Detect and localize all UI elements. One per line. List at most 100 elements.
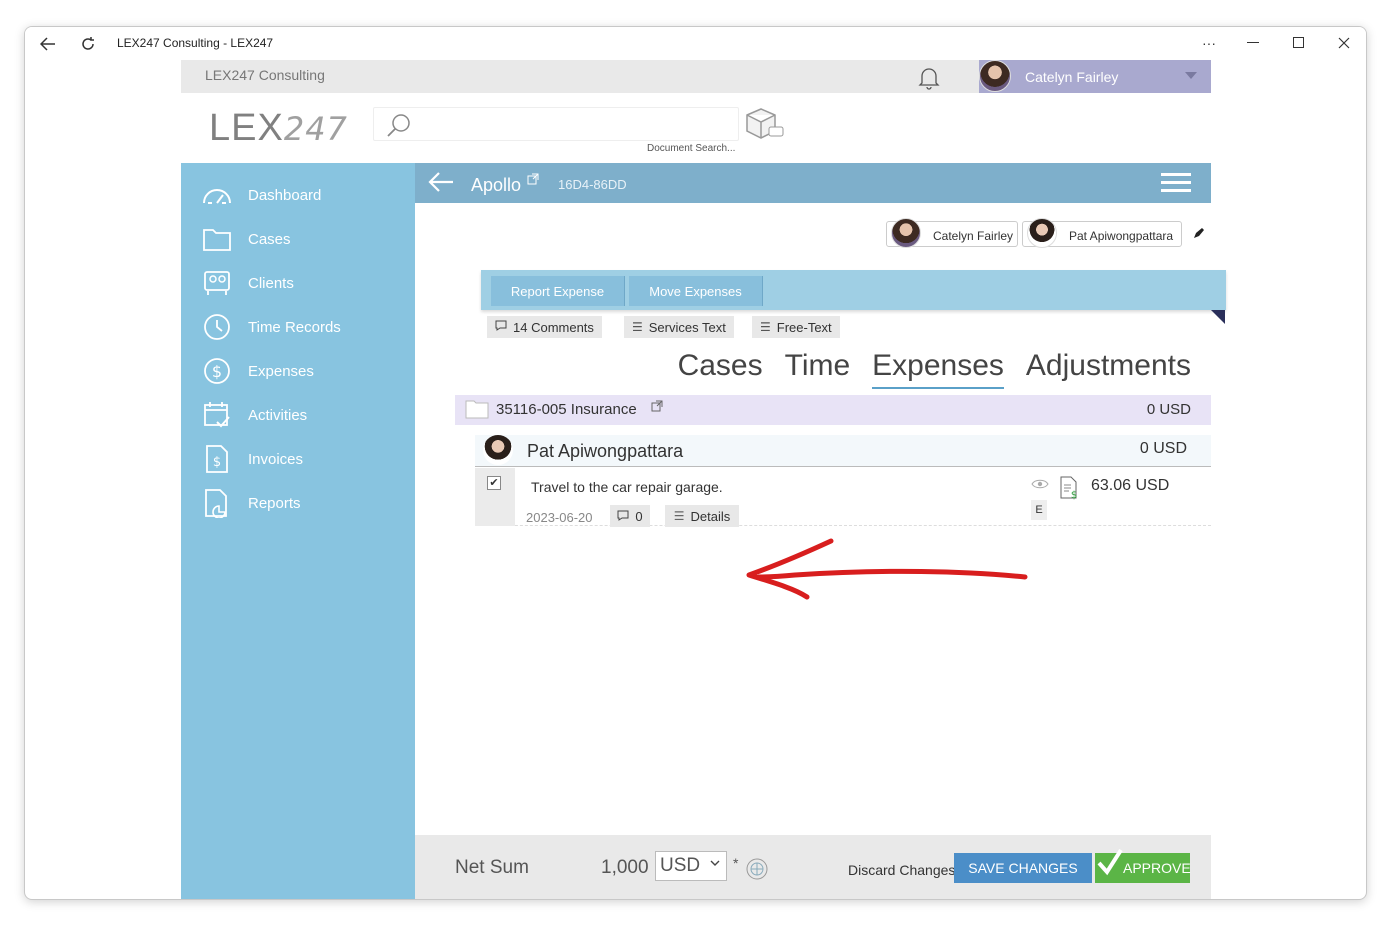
move-expenses-button[interactable]: Move Expenses xyxy=(629,276,763,306)
tab-adjustments[interactable]: Adjustments xyxy=(1026,349,1191,389)
person-group-row[interactable]: Pat Apiwongpattara 0 USD xyxy=(475,435,1211,467)
case-header-bar: Apollo 16D4-86DD xyxy=(415,163,1211,203)
net-sum-value: 1,000 xyxy=(601,857,649,878)
sidebar-item-clients[interactable]: Clients xyxy=(181,261,415,305)
expense-type-badge: E xyxy=(1031,500,1047,520)
chevron-down-icon xyxy=(710,858,720,870)
globe-icon[interactable] xyxy=(745,857,769,886)
maximize-button[interactable] xyxy=(1287,32,1311,54)
approve-button[interactable]: APPROVE xyxy=(1095,848,1191,883)
case-group-row[interactable]: 35116-005 Insurance 0 USD xyxy=(455,395,1211,425)
tab-time[interactable]: Time xyxy=(785,349,851,389)
view-tabs: Cases Time Expenses Adjustments xyxy=(678,349,1191,389)
sidebar-item-label: Invoices xyxy=(248,450,304,468)
sidebar-item-reports[interactable]: Reports xyxy=(181,481,415,525)
title-bar: LEX247 Consulting - LEX247 ··· xyxy=(25,27,1366,60)
top-bar: LEX247 Consulting Catelyn Fairley xyxy=(181,60,1211,93)
details-button[interactable]: ☰ Details xyxy=(665,505,739,527)
svg-text:$: $ xyxy=(212,362,222,381)
refresh-icon[interactable] xyxy=(77,33,99,55)
sidebar-item-expenses[interactable]: $ Expenses xyxy=(181,349,415,393)
expense-date: 2023-06-20 xyxy=(526,510,593,525)
assignee-chip-pat[interactable]: Pat Apiwongpattara xyxy=(1022,218,1182,248)
report-expense-button[interactable]: Report Expense xyxy=(491,276,625,306)
external-link-icon[interactable] xyxy=(651,400,663,415)
expense-checkbox-column: ✔ xyxy=(475,468,515,526)
services-text-button[interactable]: ☰ Services Text xyxy=(624,316,734,338)
clients-icon xyxy=(201,267,233,299)
currency-select[interactable]: USD xyxy=(655,851,727,881)
sidebar-item-cases[interactable]: Cases xyxy=(181,217,415,261)
person-avatar xyxy=(483,435,513,465)
assignee-name: Pat Apiwongpattara xyxy=(1069,229,1174,243)
free-text-button[interactable]: ☰ Free-Text xyxy=(752,316,840,338)
sidebar-item-label: Time Records xyxy=(248,318,341,336)
document-search-input[interactable] xyxy=(373,107,739,141)
expense-checkbox[interactable]: ✔ xyxy=(487,476,501,490)
sidebar-item-label: Clients xyxy=(248,274,294,292)
checkmark-icon xyxy=(1097,847,1123,885)
close-button[interactable] xyxy=(1332,32,1356,54)
free-text-label: Free-Text xyxy=(776,319,832,335)
dollar-icon: $ xyxy=(201,355,233,387)
services-text-label: Services Text xyxy=(648,319,726,335)
sidebar: Dashboard Cases Clients Time Records $ E… xyxy=(181,163,415,899)
case-name: Apollo xyxy=(471,175,522,195)
currency-value: USD xyxy=(660,855,701,876)
lex247-logo: LEX247 xyxy=(209,107,348,150)
external-link-icon[interactable] xyxy=(527,173,539,188)
person-name: Pat Apiwongpattara xyxy=(527,441,684,461)
report-icon xyxy=(201,487,233,519)
user-menu[interactable]: Catelyn Fairley xyxy=(979,60,1211,93)
comments-button[interactable]: 14 Comments xyxy=(487,316,602,338)
expense-comments-button[interactable]: 0 xyxy=(610,505,650,527)
back-arrow-icon[interactable] xyxy=(427,170,455,201)
assignee-name: Catelyn Fairley xyxy=(933,229,1014,243)
tab-expenses[interactable]: Expenses xyxy=(872,349,1004,389)
sidebar-item-time-records[interactable]: Time Records xyxy=(181,305,415,349)
bell-icon[interactable] xyxy=(918,66,940,90)
sidebar-item-dashboard[interactable]: Dashboard xyxy=(181,173,415,217)
chevron-down-icon xyxy=(1185,72,1197,79)
expense-row[interactable]: ✔ Travel to the car repair garage. 2023-… xyxy=(475,468,1211,527)
lines-icon: ☰ xyxy=(760,320,771,334)
edit-pencil-icon[interactable] xyxy=(1193,227,1205,242)
sidebar-item-invoices[interactable]: $ Invoices xyxy=(181,437,415,481)
sidebar-item-label: Activities xyxy=(248,406,308,424)
company-name: LEX247 Consulting xyxy=(205,67,325,83)
sidebar-item-label: Expenses xyxy=(248,362,314,380)
back-arrow-icon[interactable] xyxy=(37,33,59,55)
assignee-avatar xyxy=(1027,218,1057,248)
annotation-arrow xyxy=(735,533,1035,608)
clock-icon xyxy=(201,311,233,343)
folder-icon xyxy=(201,223,233,255)
minimize-button[interactable] xyxy=(1241,32,1265,54)
more-options-button[interactable]: ··· xyxy=(1197,32,1221,54)
eye-icon[interactable] xyxy=(1031,478,1049,493)
save-changes-button[interactable]: SAVE CHANGES xyxy=(954,853,1092,883)
discard-changes-button[interactable]: Discard Changes xyxy=(848,862,955,878)
svg-text:$: $ xyxy=(1071,490,1077,500)
svg-text:$: $ xyxy=(213,455,221,470)
user-avatar xyxy=(979,60,1011,92)
search-icon xyxy=(386,113,412,144)
sidebar-item-label: Cases xyxy=(248,230,291,248)
sidebar-item-activities[interactable]: Activities xyxy=(181,393,415,437)
expense-document-icon[interactable]: $ xyxy=(1059,476,1079,505)
comments-label: 14 Comments xyxy=(513,319,594,335)
approve-label: APPROVE xyxy=(1123,860,1191,876)
package-icon[interactable] xyxy=(743,107,785,146)
user-name: Catelyn Fairley xyxy=(1025,69,1119,85)
sidebar-item-label: Dashboard xyxy=(248,186,322,204)
dashboard-icon xyxy=(201,179,233,211)
net-sum-label: Net Sum xyxy=(455,857,529,878)
case-group-label: 35116-005 Insurance xyxy=(496,401,637,418)
assignee-chip-catelyn[interactable]: Catelyn Fairley xyxy=(886,218,1018,248)
tab-cases[interactable]: Cases xyxy=(678,349,763,389)
case-group-amount: 0 USD xyxy=(1146,401,1191,418)
hamburger-menu-icon[interactable] xyxy=(1161,173,1191,193)
action-toolbar: Report Expense Move Expenses xyxy=(481,270,1226,310)
footer-bar: Net Sum 1,000 USD * Discard Changes SAVE… xyxy=(415,835,1211,899)
logo-main: LEX xyxy=(209,107,284,149)
lines-icon: ☰ xyxy=(673,509,685,523)
